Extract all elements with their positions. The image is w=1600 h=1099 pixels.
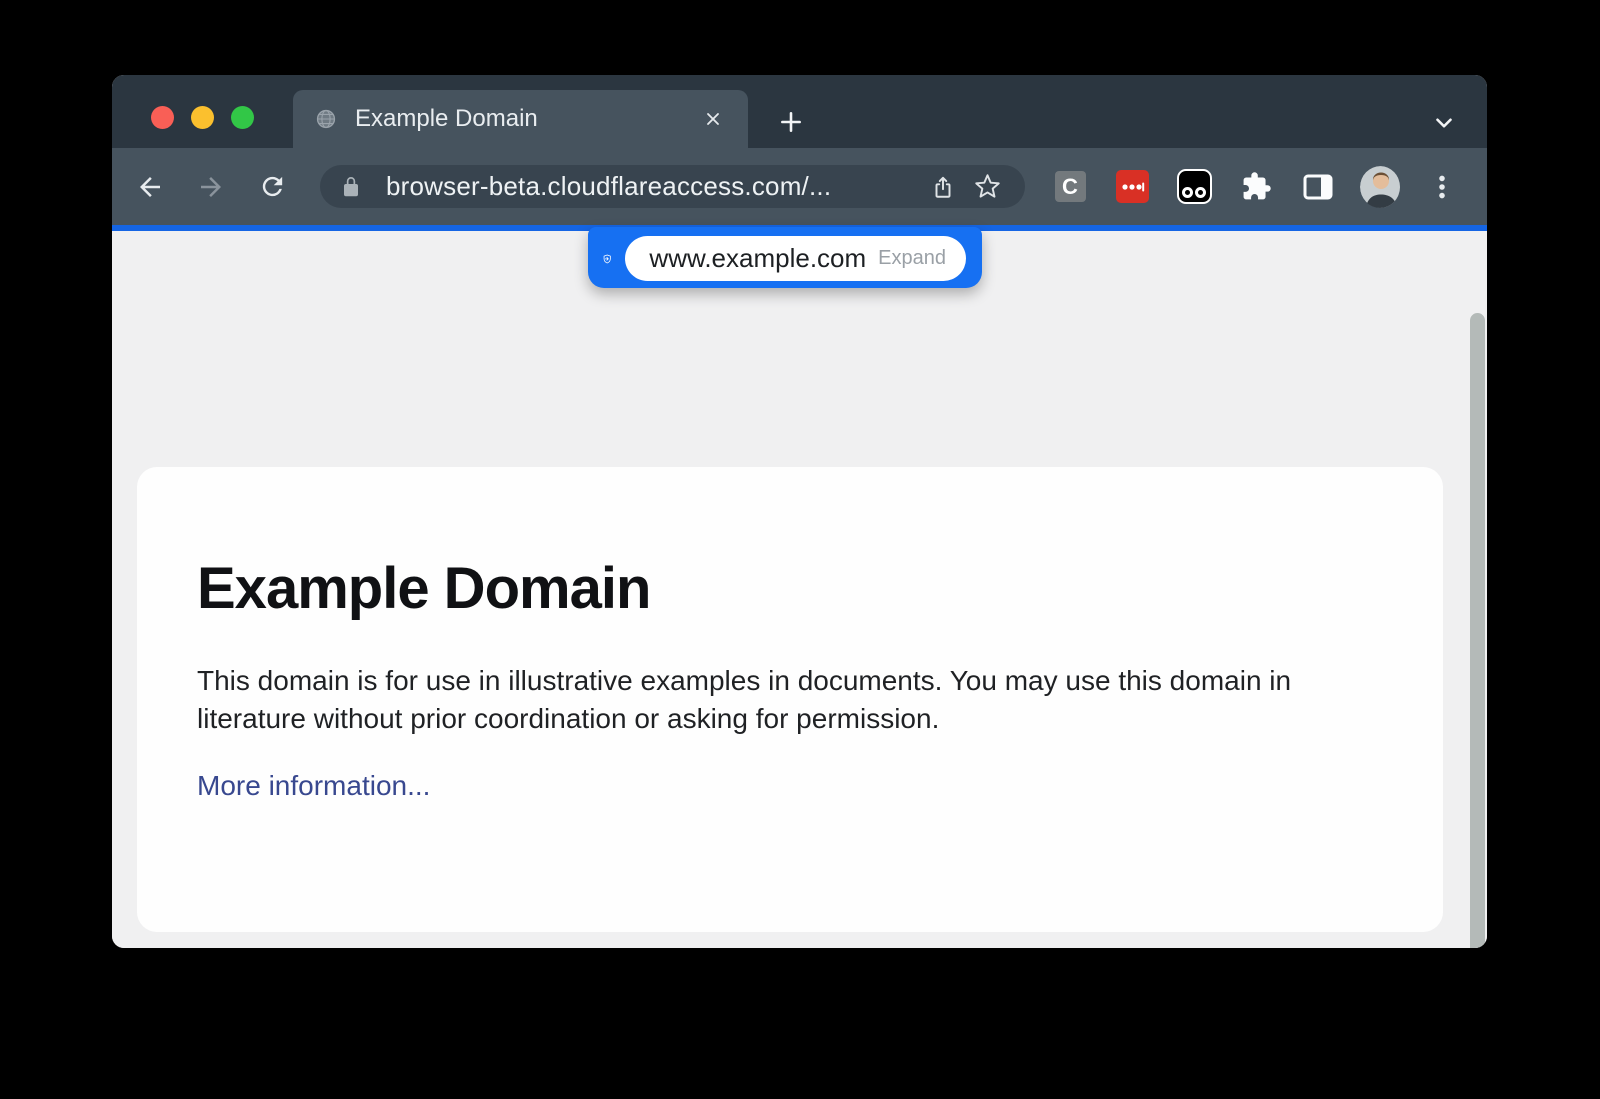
forward-button[interactable] <box>191 167 231 207</box>
extension-black-circles-icon[interactable] <box>1174 165 1214 209</box>
active-tab[interactable]: Example Domain <box>293 90 748 148</box>
reload-button[interactable] <box>252 167 292 207</box>
lock-icon <box>339 175 363 199</box>
extensions-area: C <box>1050 165 1462 209</box>
page-viewport: www.example.com Expand Example Domain Th… <box>112 231 1487 948</box>
side-panel-icon[interactable] <box>1298 165 1338 209</box>
page-paragraph: This domain is for use in illustrative e… <box>197 662 1347 738</box>
isolated-domain-pill[interactable]: www.example.com Expand <box>625 236 966 281</box>
tab-title: Example Domain <box>355 105 698 133</box>
content-card: Example Domain This domain is for use in… <box>137 467 1443 932</box>
tab-strip: Example Domain <box>112 75 1487 148</box>
page-heading: Example Domain <box>197 555 1363 622</box>
expand-button[interactable]: Expand <box>878 247 946 270</box>
browser-menu-icon[interactable] <box>1422 165 1462 209</box>
window-controls <box>151 106 254 129</box>
close-window-button[interactable] <box>151 106 174 129</box>
bookmark-star-icon[interactable] <box>965 167 1009 207</box>
tab-search-chevron-icon[interactable] <box>1424 105 1464 141</box>
globe-favicon-icon <box>315 108 337 130</box>
browser-toolbar: browser-beta.cloudflareaccess.com/... C <box>112 148 1487 225</box>
profile-avatar[interactable] <box>1360 165 1400 209</box>
extensions-puzzle-icon[interactable] <box>1236 165 1276 209</box>
url-text: browser-beta.cloudflareaccess.com/... <box>386 171 921 202</box>
address-bar[interactable]: browser-beta.cloudflareaccess.com/... <box>320 165 1025 208</box>
fullscreen-window-button[interactable] <box>231 106 254 129</box>
back-button[interactable] <box>130 167 170 207</box>
isolated-domain-text: www.example.com <box>649 243 866 274</box>
more-information-link[interactable]: More information... <box>197 770 430 802</box>
tab-close-icon[interactable] <box>698 104 728 134</box>
browser-window: Example Domain browser-beta.cloudflareac <box>112 75 1487 948</box>
shield-arrow-icon <box>603 244 611 274</box>
remote-browser-banner: www.example.com Expand <box>588 227 982 288</box>
vertical-scrollbar-thumb[interactable] <box>1470 313 1485 948</box>
extension-c-icon[interactable]: C <box>1050 165 1090 209</box>
extension-password-manager-icon[interactable] <box>1112 165 1152 209</box>
minimize-window-button[interactable] <box>191 106 214 129</box>
share-icon[interactable] <box>921 167 965 207</box>
new-tab-button[interactable] <box>772 103 810 141</box>
